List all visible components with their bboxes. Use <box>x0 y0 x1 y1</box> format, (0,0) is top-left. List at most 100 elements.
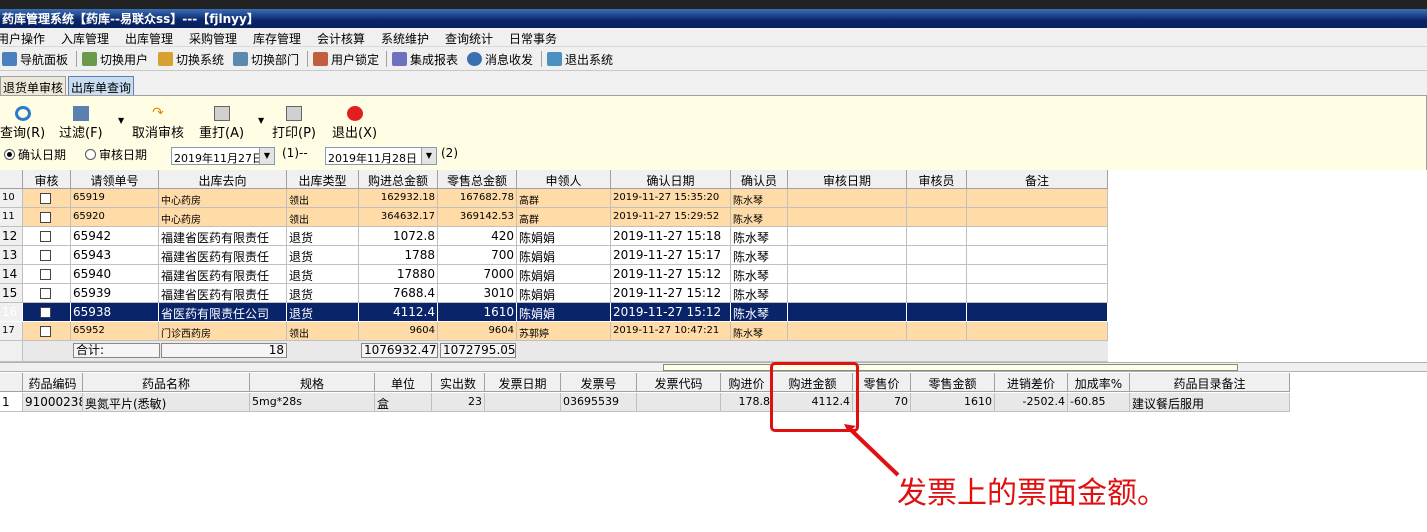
tab-return-audit[interactable]: 退货单审核 <box>0 76 67 95</box>
grid-summary-row: 合计: 18 1076932.47 1072795.05 <box>0 341 1108 362</box>
menu-outbound[interactable]: 出库管理 <box>125 30 173 47</box>
destination: 福建省医药有限责任 <box>159 265 287 284</box>
col-price-diff[interactable]: 进销差价 <box>995 373 1068 392</box>
col-sale-amount[interactable]: 零售金额 <box>911 373 995 392</box>
buy-total: 1072.8 <box>359 227 438 246</box>
col-drug-name[interactable]: 药品名称 <box>83 373 250 392</box>
col-auditor[interactable]: 审核员 <box>907 170 967 189</box>
switch-system-button[interactable]: 切换系统 <box>158 50 224 68</box>
audit-checkbox[interactable] <box>40 212 51 223</box>
exit-system-button[interactable]: 退出系统 <box>547 50 613 68</box>
switch-user-button[interactable]: 切换用户 <box>82 50 148 68</box>
col-sale-total[interactable]: 零售总金额 <box>438 170 517 189</box>
table-row[interactable]: 1 91000238 奥氮平片(悉敏) 5mg*28s 盒 23 0369553… <box>0 393 1290 412</box>
col-applicant[interactable]: 申领人 <box>517 170 611 189</box>
order-no: 65942 <box>71 227 159 246</box>
panel-splitter[interactable] <box>0 362 1427 372</box>
power-icon <box>346 106 363 121</box>
refresh-icon <box>14 106 31 121</box>
cancel-audit-button[interactable]: ↷ 取消审核 <box>132 106 184 141</box>
table-row[interactable]: 15 65939 福建省医药有限责任 退货 7688.4 3010 陈娟娟 2019-11-2… <box>0 284 1108 303</box>
start-date-picker[interactable]: 2019年11月27日 ▼ <box>171 147 275 165</box>
col-buy-total[interactable]: 购进总金额 <box>359 170 438 189</box>
col-markup-rate[interactable]: 加成率% <box>1068 373 1130 392</box>
outbound-type: 领出 <box>287 208 359 227</box>
menu-query[interactable]: 查询统计 <box>445 30 493 47</box>
remark <box>967 227 1108 246</box>
audit-checkbox[interactable] <box>40 326 51 337</box>
switch-dept-button[interactable]: 切换部门 <box>233 50 299 68</box>
lock-user-button[interactable]: 用户锁定 <box>313 50 379 68</box>
toolbar-divider <box>386 51 387 67</box>
audit-checkbox[interactable] <box>40 231 51 242</box>
col-audit-date[interactable]: 审核日期 <box>788 170 907 189</box>
toolbar-divider <box>307 51 308 67</box>
table-row[interactable]: 14 65940 福建省医药有限责任 退货 17880 7000 陈娟娟 2019-11-27… <box>0 265 1108 284</box>
print-button[interactable]: 打印(P) <box>272 106 316 141</box>
menu-inbound[interactable]: 入库管理 <box>61 30 109 47</box>
table-row[interactable]: 12 65942 福建省医药有限责任 退货 1072.8 420 陈娟娟 2019-11-27… <box>0 227 1108 246</box>
col-sale-price[interactable]: 零售价 <box>853 373 911 392</box>
radio-unchecked-icon <box>85 149 96 160</box>
col-buy-price[interactable]: 购进价 <box>721 373 773 392</box>
remark <box>967 189 1108 208</box>
col-confirmer[interactable]: 确认员 <box>731 170 788 189</box>
col-drug-code[interactable]: 药品编码 <box>23 373 83 392</box>
audit-checkbox[interactable] <box>40 250 51 261</box>
audit-checkbox[interactable] <box>40 193 51 204</box>
radio-confirm-date[interactable]: 确认日期 <box>4 146 66 163</box>
reprint-dropdown-icon[interactable]: ▼ <box>258 116 264 125</box>
col-order-no[interactable]: 请领单号 <box>71 170 159 189</box>
audit-checkbox[interactable] <box>40 269 51 280</box>
col-unit[interactable]: 单位 <box>375 373 432 392</box>
end-date-picker[interactable]: 2019年11月28日 ▼ <box>325 147 437 165</box>
sum-sale-total: 1072795.05 <box>440 343 516 358</box>
splitter-handle[interactable] <box>663 364 1238 371</box>
col-remark[interactable]: 备注 <box>967 170 1108 189</box>
col-audit[interactable]: 审核 <box>23 170 71 189</box>
destination: 福建省医药有限责任 <box>159 227 287 246</box>
radio-audit-date[interactable]: 审核日期 <box>85 146 147 163</box>
col-qty[interactable]: 实出数 <box>432 373 485 392</box>
menu-daily[interactable]: 日常事务 <box>509 30 557 47</box>
audit-date <box>788 322 907 341</box>
filter-dropdown-icon[interactable]: ▼ <box>118 116 124 125</box>
menu-accounting[interactable]: 会计核算 <box>317 30 365 47</box>
table-row[interactable]: 10 65919 中心药房 领出 162932.18 167682.78 高群 2019-11… <box>0 189 1108 208</box>
menu-purchase[interactable]: 采购管理 <box>189 30 237 47</box>
table-row[interactable]: 16 65938 省医药有限责任公司 退货 4112.4 1610 陈娟娟 2019-11-2… <box>0 303 1108 322</box>
col-invoice-no[interactable]: 发票号 <box>561 373 637 392</box>
message-button[interactable]: 消息收发 <box>467 50 533 68</box>
reprint-button[interactable]: 重打(A) <box>199 106 244 141</box>
col-confirm-date[interactable]: 确认日期 <box>611 170 731 189</box>
table-row[interactable]: 11 65920 中心药房 领出 364632.17 369142.53 高群 2019-11… <box>0 208 1108 227</box>
table-row[interactable]: 13 65943 福建省医药有限责任 退货 1788 700 陈娟娟 2019-11-27 1… <box>0 246 1108 265</box>
menu-stock[interactable]: 库存管理 <box>253 30 301 47</box>
audit-checkbox[interactable] <box>40 307 51 318</box>
row-number <box>0 341 23 362</box>
table-row[interactable]: 17 65952 门诊西药房 领出 9604 9604 苏郭婷 2019-11-27 10:4… <box>0 322 1108 341</box>
col-catalog-note[interactable]: 药品目录备注 <box>1130 373 1290 392</box>
auditor <box>907 303 967 322</box>
tab-outbound-query[interactable]: 出库单查询 <box>68 76 135 95</box>
col-destination[interactable]: 出库去向 <box>159 170 287 189</box>
order-no: 65938 <box>71 303 159 322</box>
col-type[interactable]: 出库类型 <box>287 170 359 189</box>
col-invoice-date[interactable]: 发票日期 <box>485 373 561 392</box>
grid-header-row: 审核 请领单号 出库去向 出库类型 购进总金额 零售总金额 申领人 确认日期 确… <box>0 170 1108 189</box>
filter-button[interactable]: 过滤(F) <box>59 106 103 141</box>
remark <box>967 246 1108 265</box>
col-invoice-code[interactable]: 发票代码 <box>637 373 721 392</box>
menu-user-ops[interactable]: 用户操作 <box>0 30 45 47</box>
exit-button[interactable]: 退出(X) <box>332 106 377 141</box>
query-button[interactable]: 查询(R) <box>0 106 45 141</box>
report-button[interactable]: 集成报表 <box>392 50 458 68</box>
redo-arrow-icon: ↷ <box>152 105 164 121</box>
menu-system[interactable]: 系统维护 <box>381 30 429 47</box>
nav-panel-button[interactable]: 导航面板 <box>2 50 68 68</box>
auditor <box>907 246 967 265</box>
audit-checkbox[interactable] <box>40 288 51 299</box>
sale-total: 700 <box>438 246 517 265</box>
col-spec[interactable]: 规格 <box>250 373 375 392</box>
markup-rate: -60.85 <box>1068 393 1130 412</box>
